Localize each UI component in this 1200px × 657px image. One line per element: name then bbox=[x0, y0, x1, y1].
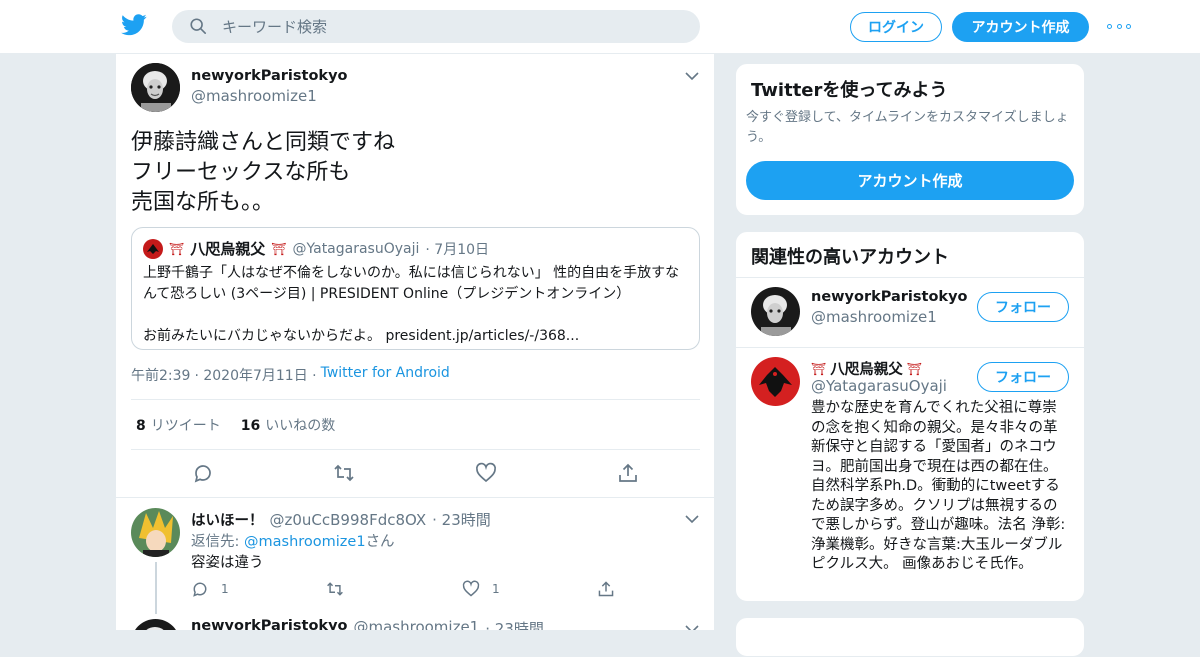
torii-icon: ⛩ bbox=[271, 241, 287, 256]
third-avatar[interactable] bbox=[131, 619, 180, 630]
retweet-stat[interactable]: 8 リツイート bbox=[136, 415, 221, 435]
search-input[interactable] bbox=[222, 10, 682, 43]
chevron-down-icon[interactable] bbox=[685, 71, 699, 81]
reply-text: 容姿は違う bbox=[191, 555, 264, 571]
twitter-bird-icon[interactable] bbox=[121, 14, 147, 36]
tweet-time[interactable]: 午前2:39 bbox=[131, 365, 190, 385]
follow-button[interactable]: フォロー bbox=[977, 292, 1069, 322]
reply-reply-count: 1 bbox=[221, 582, 229, 596]
tweet-stats: 8 リツイート 16 いいねの数 bbox=[136, 415, 335, 435]
signup-card-button[interactable]: アカウント作成 bbox=[746, 161, 1074, 200]
reply-like-action[interactable]: 1 bbox=[462, 580, 500, 598]
third-author-handle[interactable]: @mashroomize1 bbox=[353, 618, 479, 630]
search-box[interactable] bbox=[172, 10, 700, 43]
torii-icon: ⛩ bbox=[169, 241, 185, 256]
third-time[interactable]: · 23時間 bbox=[485, 618, 544, 630]
author-name[interactable]: newyorkParistokyo bbox=[191, 68, 347, 84]
author-handle[interactable]: @mashroomize1 bbox=[191, 87, 317, 105]
signup-button[interactable]: アカウント作成 bbox=[952, 12, 1089, 42]
thread-connector bbox=[155, 562, 157, 614]
divider bbox=[116, 497, 714, 498]
reply-icon[interactable] bbox=[192, 462, 214, 484]
retweet-icon[interactable] bbox=[333, 462, 355, 484]
follow-button[interactable]: フォロー bbox=[977, 362, 1069, 392]
signup-card: Twitterを使ってみよう 今すぐ登録して、タイムラインをカスタマイズしましょ… bbox=[735, 63, 1085, 216]
signup-card-subtitle: 今すぐ登録して、タイムラインをカスタマイズしましょう。 bbox=[746, 110, 1069, 145]
quoted-avatar bbox=[143, 238, 163, 259]
tweet-date: · 2020年7月11日 · bbox=[194, 368, 317, 384]
next-card bbox=[735, 617, 1085, 657]
author-avatar[interactable] bbox=[131, 63, 180, 112]
reply-reply-action[interactable]: 1 bbox=[191, 580, 229, 598]
related-accounts-card: 関連性の高いアカウント newyorkParistokyo @mashroomi… bbox=[735, 231, 1085, 602]
reply-retweet-action[interactable] bbox=[326, 580, 344, 598]
signup-card-title: Twitterを使ってみよう bbox=[751, 80, 948, 101]
quoted-handle: @YatagarasuOyaji bbox=[292, 240, 420, 257]
reply-to-line: 返信先: @mashroomize1さん bbox=[191, 534, 395, 550]
related-accounts-title: 関連性の高いアカウント bbox=[751, 247, 949, 268]
related-account-bio: 豊かな歴史を育んでくれた父祖に尊崇の念を抱く知命の親父。是々非々の革新保守と自認… bbox=[811, 400, 1066, 572]
related-account-name[interactable]: newyorkParistokyo bbox=[811, 289, 967, 305]
reply-icon bbox=[193, 582, 207, 597]
third-tweet-header: newyorkParistokyo @mashroomize1 · 23時間 bbox=[191, 618, 544, 630]
divider bbox=[131, 399, 700, 400]
divider bbox=[736, 277, 1084, 278]
retweet-icon bbox=[327, 582, 343, 596]
tweet-text: 伊藤詩織さんと同類ですね フリーセックスな所も 売国な所も。。 bbox=[131, 130, 396, 215]
quoted-tweet[interactable]: ⛩ 八咫烏親父 ⛩ @YatagarasuOyaji · 7月10日 上野千鶴子… bbox=[131, 227, 700, 350]
chevron-down-icon[interactable] bbox=[685, 514, 699, 524]
reply-to-link[interactable]: @mashroomize1 bbox=[244, 534, 366, 550]
torii-icon: ⛩ bbox=[811, 361, 827, 376]
related-account-handle[interactable]: @YatagarasuOyaji bbox=[811, 377, 947, 395]
torii-icon: ⛩ bbox=[906, 361, 922, 376]
quoted-text: 上野千鶴子「人はなぜ不倫をしないのか。私には信じられない」 性的自由を手放すなん… bbox=[143, 265, 680, 344]
reply-author-handle[interactable]: @z0uCcB998Fdc8OX bbox=[270, 511, 427, 529]
portrait-image bbox=[131, 63, 180, 112]
related-account-name-row: ⛩ 八咫烏親父 ⛩ bbox=[811, 358, 922, 379]
related-avatar-1[interactable] bbox=[751, 287, 800, 336]
divider bbox=[131, 449, 700, 450]
related-account-name[interactable]: 八咫烏親父 bbox=[830, 358, 903, 379]
heart-icon bbox=[462, 580, 480, 597]
anime-avatar-image bbox=[131, 508, 180, 557]
chevron-down-icon[interactable] bbox=[685, 624, 699, 630]
search-icon bbox=[190, 18, 207, 35]
more-options-icon[interactable] bbox=[1107, 20, 1131, 32]
top-bar: ログイン アカウント作成 bbox=[0, 0, 1200, 54]
quoted-name: 八咫烏親父 bbox=[190, 240, 266, 258]
share-icon[interactable] bbox=[617, 462, 639, 484]
third-author-name[interactable]: newyorkParistokyo bbox=[191, 618, 347, 630]
divider bbox=[736, 347, 1084, 348]
related-avatar-2[interactable] bbox=[751, 357, 800, 406]
reply-header: はいほー！ @z0uCcB998Fdc8OX · 23時間 bbox=[191, 509, 491, 530]
reply-time[interactable]: · 23時間 bbox=[432, 509, 491, 530]
tweet-column: newyorkParistokyo @mashroomize1 伊藤詩織さんと同… bbox=[115, 54, 715, 630]
reply-share-action[interactable] bbox=[597, 580, 615, 598]
heart-icon[interactable] bbox=[475, 462, 497, 484]
like-stat[interactable]: 16 いいねの数 bbox=[241, 415, 335, 435]
reply-author-name[interactable]: はいほー！ bbox=[191, 509, 264, 530]
crow-emblem-image bbox=[751, 357, 800, 406]
reply-like-count: 1 bbox=[492, 582, 500, 596]
quoted-date: · 7月10日 bbox=[425, 241, 490, 258]
tweet-source-link[interactable]: Twitter for Android bbox=[321, 365, 450, 385]
reply-avatar[interactable] bbox=[131, 508, 180, 557]
related-account-handle[interactable]: @mashroomize1 bbox=[811, 308, 937, 326]
share-icon bbox=[598, 581, 614, 597]
tweet-meta: 午前2:39 · 2020年7月11日 · Twitter for Androi… bbox=[131, 365, 450, 385]
login-button[interactable]: ログイン bbox=[850, 12, 942, 42]
